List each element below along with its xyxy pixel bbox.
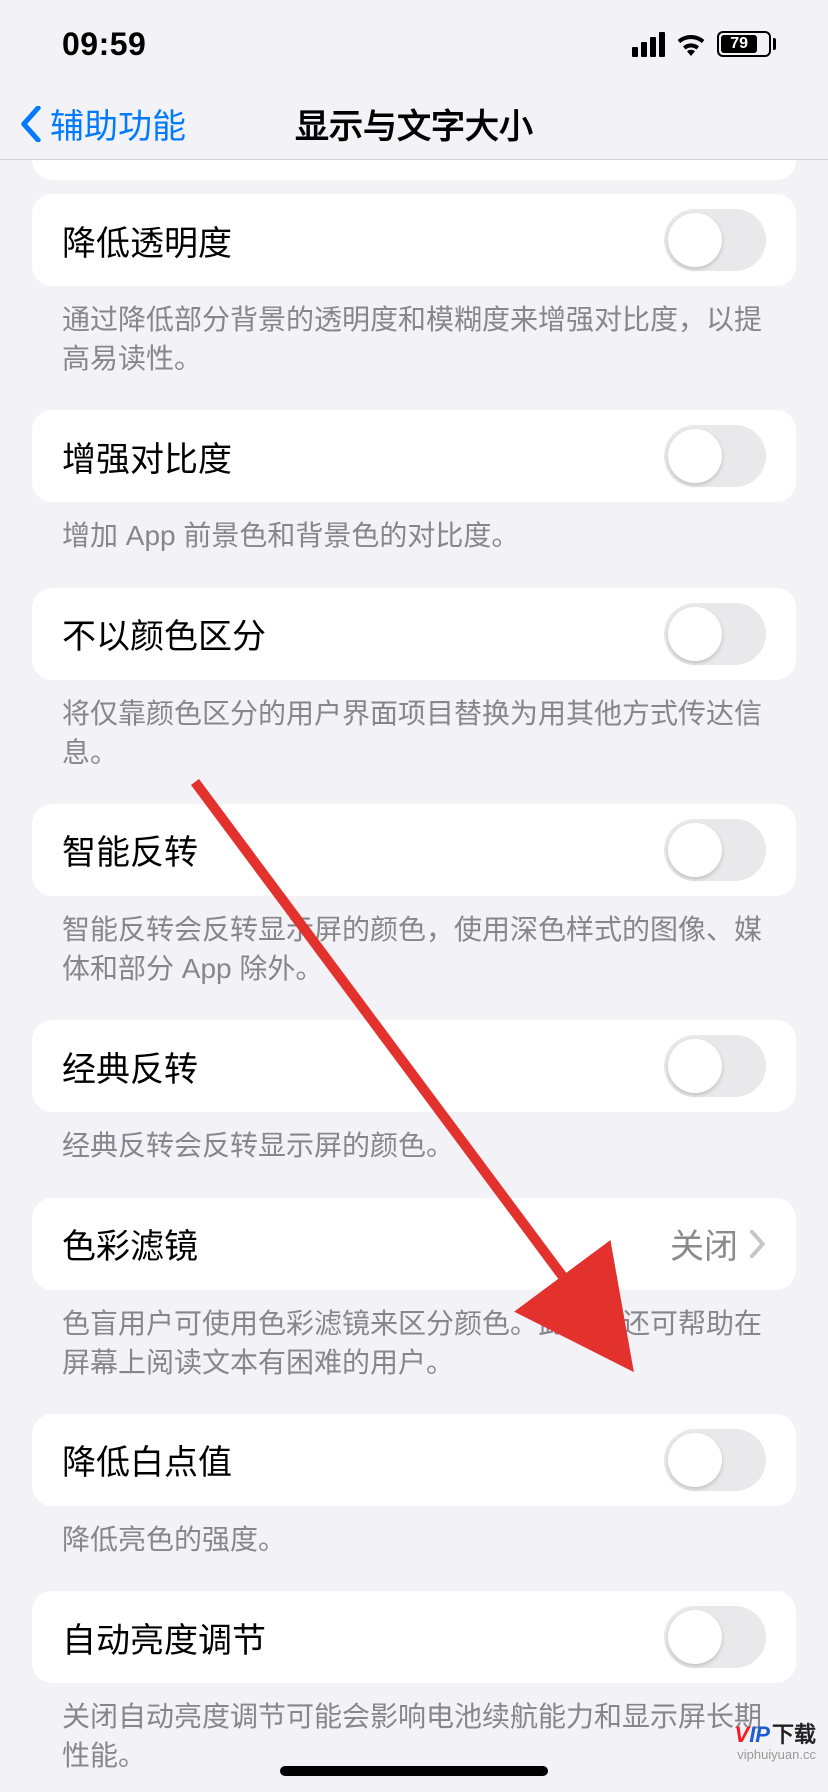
previous-group-edge [32, 160, 796, 180]
row-smart-invert[interactable]: 智能反转 [32, 804, 796, 896]
row-label: 降低透明度 [62, 216, 232, 265]
toggle-smart-invert[interactable] [664, 819, 766, 881]
group-smart-invert: 智能反转 智能反转会反转显示屏的颜色，使用深色样式的图像、媒体和部分 App 除… [32, 804, 796, 988]
status-time: 09:59 [62, 26, 146, 63]
row-label: 经典反转 [62, 1042, 198, 1091]
toggle-increase-contrast[interactable] [664, 425, 766, 487]
row-description: 降低亮色的强度。 [32, 1506, 796, 1559]
row-description: 通过降低部分背景的透明度和模糊度来增强对比度，以提高易读性。 [32, 286, 796, 378]
toggle-diff-without-color[interactable] [664, 603, 766, 665]
status-bar: 09:59 79 [0, 0, 828, 88]
row-description: 经典反转会反转显示屏的颜色。 [32, 1112, 796, 1165]
row-increase-contrast[interactable]: 增强对比度 [32, 410, 796, 502]
row-detail: 关闭 [670, 1219, 766, 1268]
settings-list: 降低透明度 通过降低部分背景的透明度和模糊度来增强对比度，以提高易读性。 增强对… [0, 160, 828, 1775]
row-label: 色彩滤镜 [62, 1219, 198, 1268]
row-auto-brightness[interactable]: 自动亮度调节 [32, 1591, 796, 1683]
cellular-signal-icon [632, 32, 665, 57]
chevron-right-icon [750, 1230, 766, 1258]
home-indicator [280, 1766, 548, 1776]
navigation-bar: 辅助功能 显示与文字大小 [0, 88, 828, 160]
group-color-filters: 色彩滤镜 关闭 色盲用户可使用色彩滤镜来区分颜色。此功能还可帮助在屏幕上阅读文本… [32, 1198, 796, 1382]
group-classic-invert: 经典反转 经典反转会反转显示屏的颜色。 [32, 1020, 796, 1165]
row-description: 关闭自动亮度调节可能会影响电池续航能力和显示屏长期性能。 [32, 1683, 796, 1775]
group-increase-contrast: 增强对比度 增加 App 前景色和背景色的对比度。 [32, 410, 796, 555]
watermark: VIP下载 viphuiyuan.cc [735, 1717, 817, 1762]
row-label: 不以颜色区分 [62, 609, 266, 658]
row-value: 关闭 [670, 1219, 738, 1268]
row-color-filters[interactable]: 色彩滤镜 关闭 [32, 1198, 796, 1290]
row-label: 自动亮度调节 [62, 1613, 266, 1662]
back-button[interactable]: 辅助功能 [20, 99, 186, 148]
row-diff-without-color[interactable]: 不以颜色区分 [32, 588, 796, 680]
row-description: 智能反转会反转显示屏的颜色，使用深色样式的图像、媒体和部分 App 除外。 [32, 896, 796, 988]
back-label: 辅助功能 [50, 99, 186, 148]
chevron-left-icon [20, 106, 42, 142]
group-reduce-transparency: 降低透明度 通过降低部分背景的透明度和模糊度来增强对比度，以提高易读性。 [32, 194, 796, 378]
row-reduce-transparency[interactable]: 降低透明度 [32, 194, 796, 286]
group-diff-without-color: 不以颜色区分 将仅靠颜色区分的用户界面项目替换为用其他方式传达信息。 [32, 588, 796, 772]
group-auto-brightness: 自动亮度调节 关闭自动亮度调节可能会影响电池续航能力和显示屏长期性能。 [32, 1591, 796, 1775]
group-reduce-white-point: 降低白点值 降低亮色的强度。 [32, 1414, 796, 1559]
row-description: 增加 App 前景色和背景色的对比度。 [32, 502, 796, 555]
toggle-classic-invert[interactable] [664, 1035, 766, 1097]
toggle-reduce-white-point[interactable] [664, 1429, 766, 1491]
status-indicators: 79 [632, 31, 776, 57]
toggle-reduce-transparency[interactable] [664, 209, 766, 271]
battery-percent: 79 [721, 35, 757, 53]
toggle-auto-brightness[interactable] [664, 1606, 766, 1668]
battery-icon: 79 [717, 31, 776, 57]
row-label: 增强对比度 [62, 432, 232, 481]
row-description: 色盲用户可使用色彩滤镜来区分颜色。此功能还可帮助在屏幕上阅读文本有困难的用户。 [32, 1290, 796, 1382]
wifi-icon [675, 32, 707, 56]
row-classic-invert[interactable]: 经典反转 [32, 1020, 796, 1112]
row-label: 智能反转 [62, 825, 198, 874]
row-description: 将仅靠颜色区分的用户界面项目替换为用其他方式传达信息。 [32, 680, 796, 772]
row-label: 降低白点值 [62, 1435, 232, 1484]
row-reduce-white-point[interactable]: 降低白点值 [32, 1414, 796, 1506]
